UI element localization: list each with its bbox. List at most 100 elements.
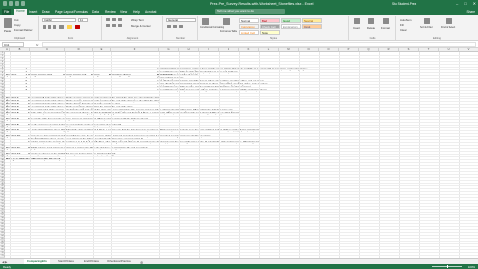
redo-icon[interactable] xyxy=(21,1,25,6)
tab-review[interactable]: Review xyxy=(105,10,116,14)
tab-help[interactable]: Help xyxy=(133,10,140,14)
number-label: Number xyxy=(175,36,186,40)
bold-icon[interactable] xyxy=(43,25,46,29)
style-neutral[interactable]: Neutral xyxy=(302,18,322,23)
fx-icon[interactable]: fx xyxy=(36,43,38,47)
editing-label: Editing xyxy=(433,36,441,40)
title-bar: Prez-Pre_Survey-Results-with-Worksheet_S… xyxy=(0,0,478,8)
status-ready: Ready xyxy=(3,264,12,269)
font-label: Font xyxy=(67,36,74,40)
insert-cells-button[interactable]: Insert xyxy=(353,26,360,30)
format-as-table-icon[interactable] xyxy=(223,18,230,25)
user-name[interactable]: Stu Student-Prez xyxy=(392,2,416,6)
comma-icon[interactable] xyxy=(179,25,183,28)
ribbon-tab-bar: File Home Insert Draw Page Layout Formul… xyxy=(0,8,478,15)
tab-file[interactable]: File xyxy=(2,8,12,15)
align-left-icon[interactable] xyxy=(106,24,110,27)
formula-input[interactable] xyxy=(42,42,476,47)
fill-color-icon[interactable] xyxy=(67,25,72,29)
align-top-icon[interactable] xyxy=(106,18,110,21)
find-select-icon[interactable] xyxy=(446,18,452,24)
worksheet[interactable]: ABCDEFGHIJKLMNOPQRSTUVWXYZ 1234567891011… xyxy=(0,48,478,258)
align-middle-icon[interactable] xyxy=(112,18,116,21)
format-as-table-button[interactable]: Format as Table xyxy=(220,30,237,33)
quick-access-toolbar xyxy=(3,1,25,6)
clipboard-group: Paste Cut Copy Format Painter Clipboard xyxy=(1,16,39,40)
style-bad[interactable]: Bad xyxy=(260,18,280,23)
format-cells-button[interactable]: Format xyxy=(381,26,390,30)
font-color-icon[interactable] xyxy=(75,25,80,29)
tab-view[interactable]: View xyxy=(120,10,127,14)
format-cells-icon[interactable] xyxy=(383,18,389,24)
underline-icon[interactable] xyxy=(53,25,56,29)
style-note[interactable]: Note xyxy=(260,30,280,35)
alignment-label: Alignment xyxy=(126,36,139,40)
tab-acrobat[interactable]: Acrobat xyxy=(145,10,156,14)
share-button[interactable]: Share xyxy=(466,10,475,14)
align-bottom-icon[interactable] xyxy=(118,18,122,21)
align-center-icon[interactable] xyxy=(112,24,116,27)
styles-group: Conditional Formatting Format as Table N… xyxy=(199,16,349,40)
style-good[interactable]: Good xyxy=(281,18,301,23)
style-input[interactable]: Input xyxy=(302,24,322,29)
zoom-slider-knob[interactable] xyxy=(447,265,448,268)
font-name-select[interactable]: Calibri xyxy=(42,18,76,22)
close-button[interactable]: ✕ xyxy=(473,1,476,6)
fill-button[interactable]: Fill xyxy=(400,23,404,27)
clipboard-label: Clipboard xyxy=(13,36,26,40)
borders-icon[interactable] xyxy=(59,25,64,29)
number-group: General Number xyxy=(164,16,198,40)
sort-filter-button[interactable]: Sort & Filter xyxy=(420,26,433,29)
style-explanatory[interactable]: Explanatory... xyxy=(281,24,301,29)
zoom-level[interactable]: 100% xyxy=(468,265,475,269)
minimize-button[interactable]: – xyxy=(456,1,458,6)
cut-button[interactable]: Cut xyxy=(14,18,18,22)
tab-formulas[interactable]: Formulas xyxy=(74,10,88,14)
style-normal[interactable]: Normal xyxy=(239,18,259,23)
style-calculation[interactable]: Calculation xyxy=(239,24,259,29)
merge-center-button[interactable]: Merge & Center xyxy=(131,24,151,28)
cell-grid[interactable]: Question Average answer start Average an… xyxy=(5,52,478,258)
autosum-button[interactable]: AutoSum xyxy=(400,18,412,22)
cells-group: Insert Delete Format Cells xyxy=(350,16,396,40)
window-controls: – □ ✕ xyxy=(456,1,476,6)
delete-cells-button[interactable]: Delete xyxy=(367,26,375,30)
name-box[interactable]: C11 xyxy=(2,42,24,47)
delete-cells-icon[interactable] xyxy=(368,18,374,24)
sort-filter-icon[interactable] xyxy=(424,18,430,24)
tell-me-search[interactable]: Tell me what you want to do xyxy=(215,9,285,14)
clear-button[interactable]: Clear xyxy=(400,28,407,32)
cells-label: Cells xyxy=(369,36,376,40)
wrap-text-button[interactable]: Wrap Text xyxy=(131,18,144,22)
save-icon[interactable] xyxy=(9,1,13,6)
status-bar: Ready 100% xyxy=(0,264,478,269)
alignment-group: Wrap Text Merge & Center Alignment xyxy=(103,16,163,40)
tab-page-layout[interactable]: Page Layout xyxy=(55,10,74,14)
editing-group: AutoSum Fill Clear Sort & Filter Find & … xyxy=(397,16,477,40)
conditional-formatting-icon[interactable] xyxy=(202,18,209,25)
conditional-formatting-button[interactable]: Conditional Formatting xyxy=(200,26,224,29)
number-format-select[interactable]: General xyxy=(166,18,196,22)
font-group: Calibri 11 Font xyxy=(40,16,102,40)
paste-button[interactable]: Paste xyxy=(4,29,11,33)
font-size-select[interactable]: 11 xyxy=(78,18,88,22)
align-right-icon[interactable] xyxy=(118,24,122,27)
paste-icon[interactable] xyxy=(4,18,12,28)
currency-icon[interactable] xyxy=(167,25,171,28)
autosave-icon[interactable] xyxy=(3,1,7,6)
style-linked-cell[interactable]: Linked Cell xyxy=(239,30,259,35)
format-painter-button[interactable]: Format Painter xyxy=(14,28,33,32)
copy-button[interactable]: Copy xyxy=(14,23,21,27)
maximize-button[interactable]: □ xyxy=(464,1,466,6)
percent-icon[interactable] xyxy=(173,25,177,28)
insert-cells-icon[interactable] xyxy=(354,18,360,24)
document-title: Prez-Pre_Survey-Results-with-Worksheet_S… xyxy=(210,1,314,6)
find-select-button[interactable]: Find & Select xyxy=(441,26,455,29)
tab-draw[interactable]: Draw xyxy=(42,10,50,14)
ribbon-home: Paste Cut Copy Format Painter Clipboard … xyxy=(0,15,478,41)
style-check-cell[interactable]: Check Cell xyxy=(260,24,280,29)
undo-icon[interactable] xyxy=(15,1,19,6)
tab-insert[interactable]: Insert xyxy=(29,10,37,14)
tab-data[interactable]: Data xyxy=(92,10,99,14)
italic-icon[interactable] xyxy=(48,25,51,29)
